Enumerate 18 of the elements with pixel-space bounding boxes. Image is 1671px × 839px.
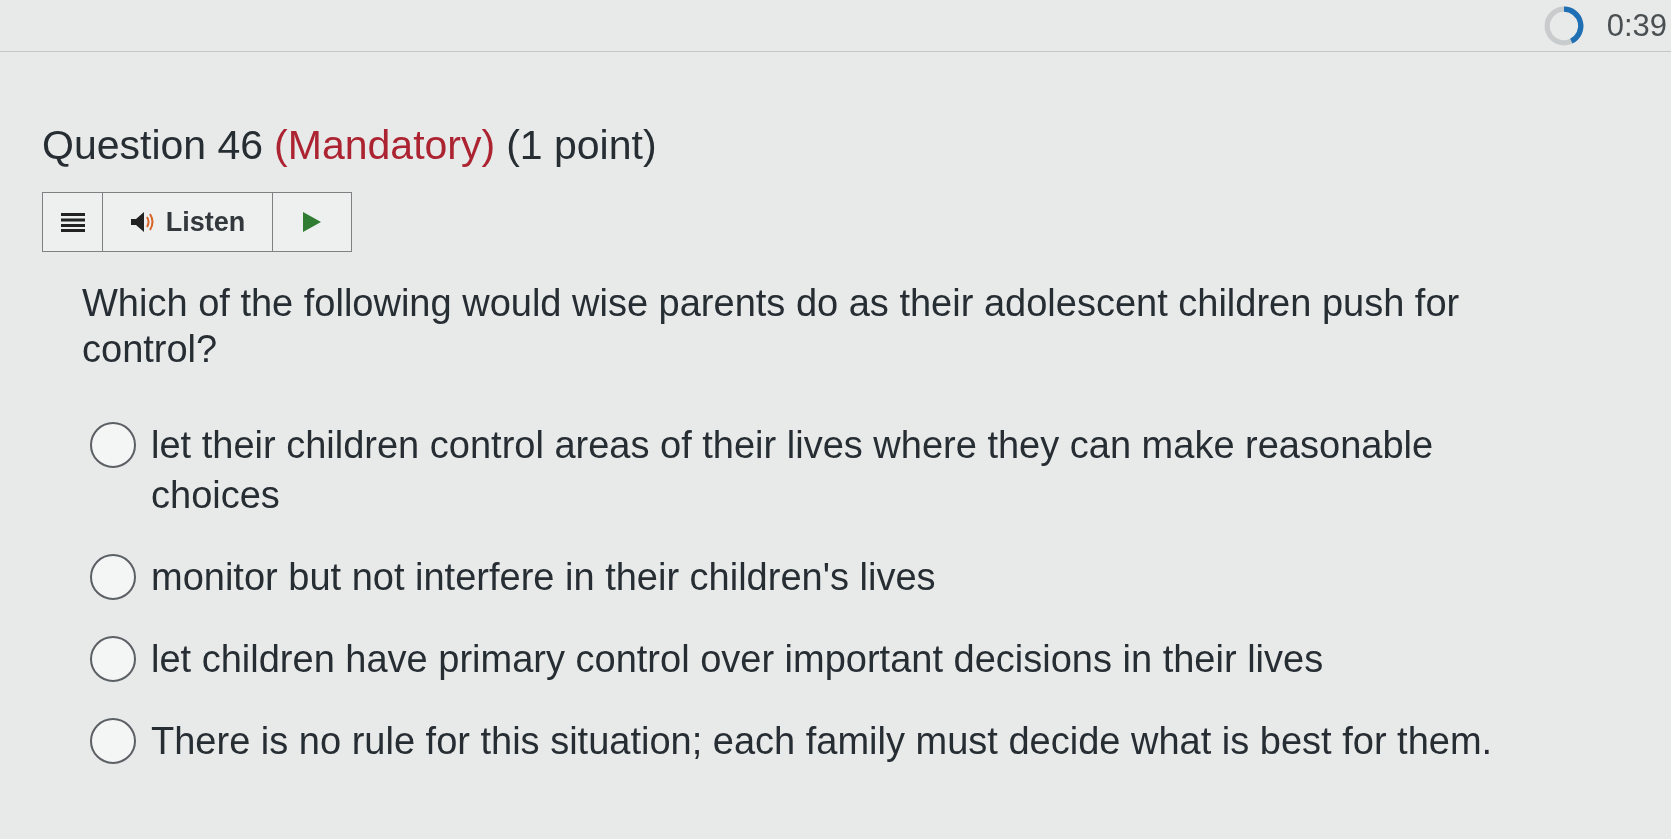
- radio-button[interactable]: [90, 422, 136, 468]
- question-title: Question 46: [42, 121, 264, 170]
- timer-ring-icon: [1542, 4, 1585, 47]
- mandatory-label: (Mandatory): [274, 121, 496, 170]
- speaker-icon: [129, 211, 156, 233]
- answer-option[interactable]: monitor but not interfere in their children's lives: [151, 552, 1511, 602]
- question-text: Which of the following would wise parents do as their adolescent children push for control?: [82, 281, 1461, 372]
- answer-option[interactable]: There is no rule for this situation; each family must decide what is best for them.: [151, 716, 1511, 766]
- radio-button[interactable]: [90, 636, 136, 682]
- timer-text: 0:39: [1606, 7, 1667, 44]
- radio-button[interactable]: [90, 718, 136, 764]
- listen-button[interactable]: Listen: [103, 193, 273, 251]
- answer-option[interactable]: let children have primary control over important decisions in their lives: [151, 634, 1511, 684]
- points-label: (1 point): [506, 121, 657, 170]
- menu-icon: [60, 212, 85, 232]
- answer-option[interactable]: let their children control areas of their lives where they can make reasonable choices: [151, 420, 1511, 520]
- radio-button[interactable]: [90, 554, 136, 600]
- play-icon: [303, 212, 321, 232]
